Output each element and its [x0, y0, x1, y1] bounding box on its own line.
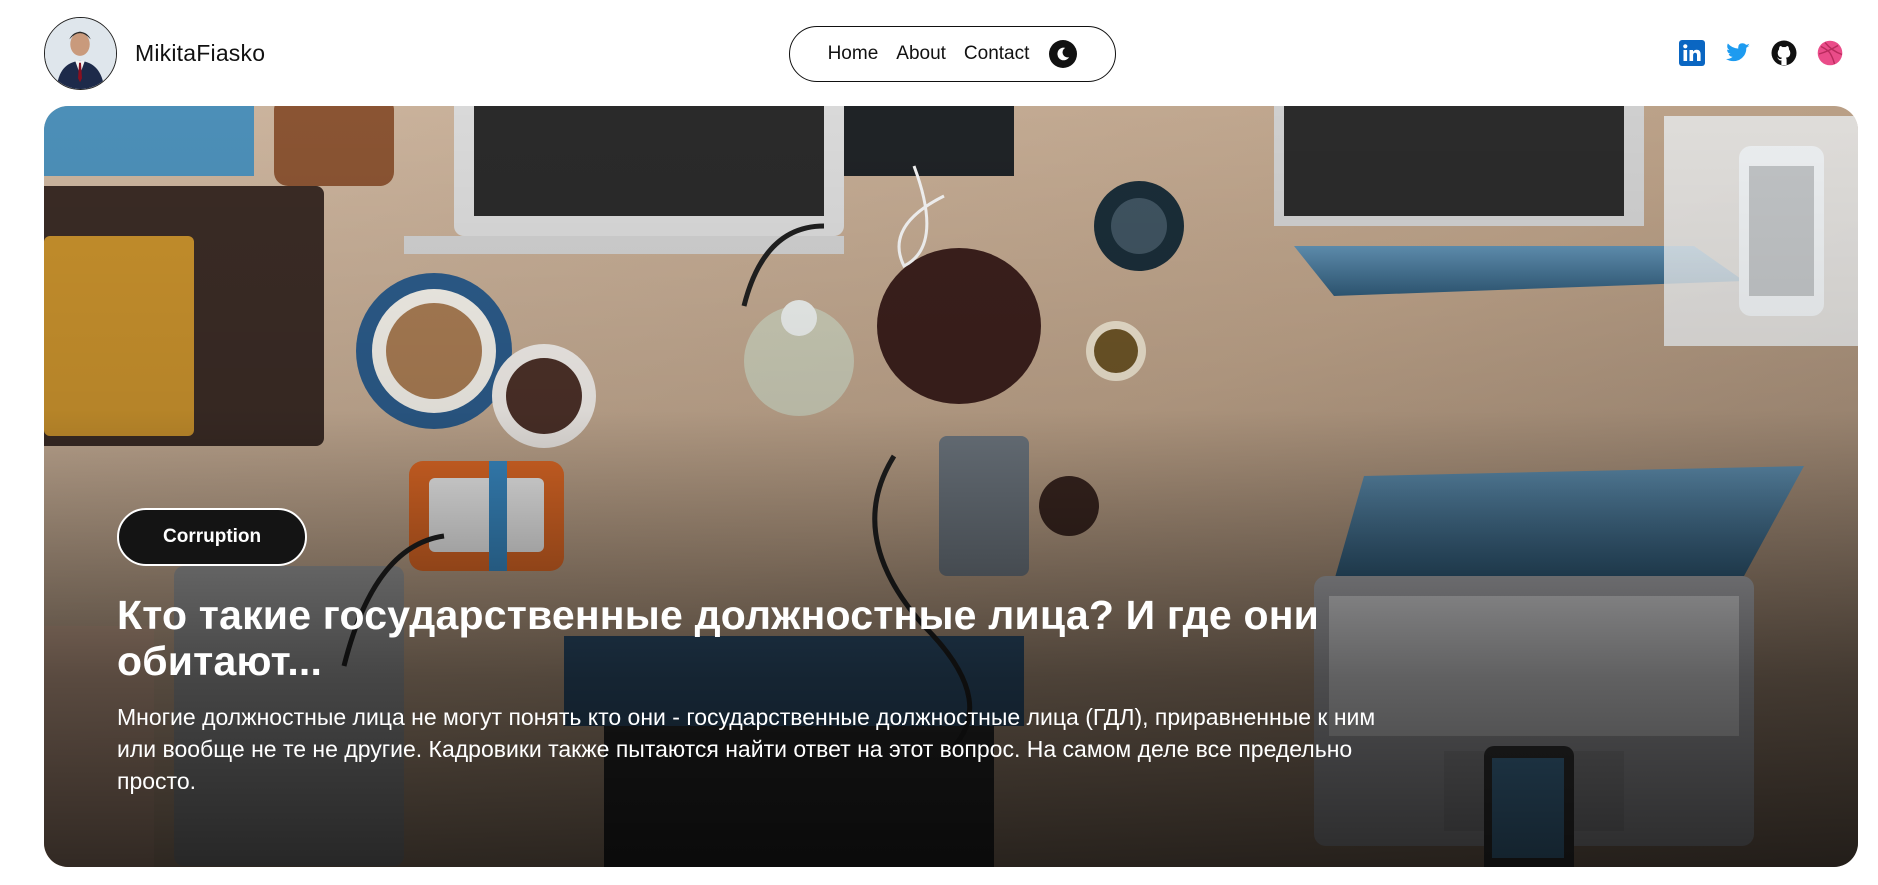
brand[interactable]: MikitaFiasko — [44, 17, 265, 90]
site-header: MikitaFiasko Home About Contact — [0, 0, 1878, 106]
nav-home-link[interactable]: Home — [828, 43, 879, 65]
category-tag[interactable]: Corruption — [117, 508, 308, 566]
dribbble-link[interactable] — [1816, 39, 1844, 67]
post-title[interactable]: Кто такие государственные должностные ли… — [117, 592, 1357, 684]
moon-icon — [1057, 47, 1070, 61]
featured-post-hero[interactable]: Corruption Кто такие государственные дол… — [44, 106, 1858, 867]
github-icon — [1771, 40, 1797, 66]
github-link[interactable] — [1770, 39, 1798, 67]
main-nav: Home About Contact — [789, 26, 1116, 82]
avatar[interactable] — [44, 17, 117, 90]
linkedin-icon — [1679, 40, 1705, 66]
post-excerpt: Многие должностные лица не могут понять … — [117, 704, 1376, 794]
nav-about-link[interactable]: About — [896, 43, 946, 65]
brand-name[interactable]: MikitaFiasko — [135, 40, 265, 67]
twitter-link[interactable] — [1724, 39, 1752, 67]
social-links — [1678, 39, 1844, 67]
theme-toggle-button[interactable] — [1049, 40, 1078, 68]
linkedin-link[interactable] — [1678, 39, 1706, 67]
dribbble-icon — [1817, 40, 1843, 66]
twitter-icon — [1726, 43, 1750, 62]
nav-contact-link[interactable]: Contact — [964, 43, 1029, 65]
